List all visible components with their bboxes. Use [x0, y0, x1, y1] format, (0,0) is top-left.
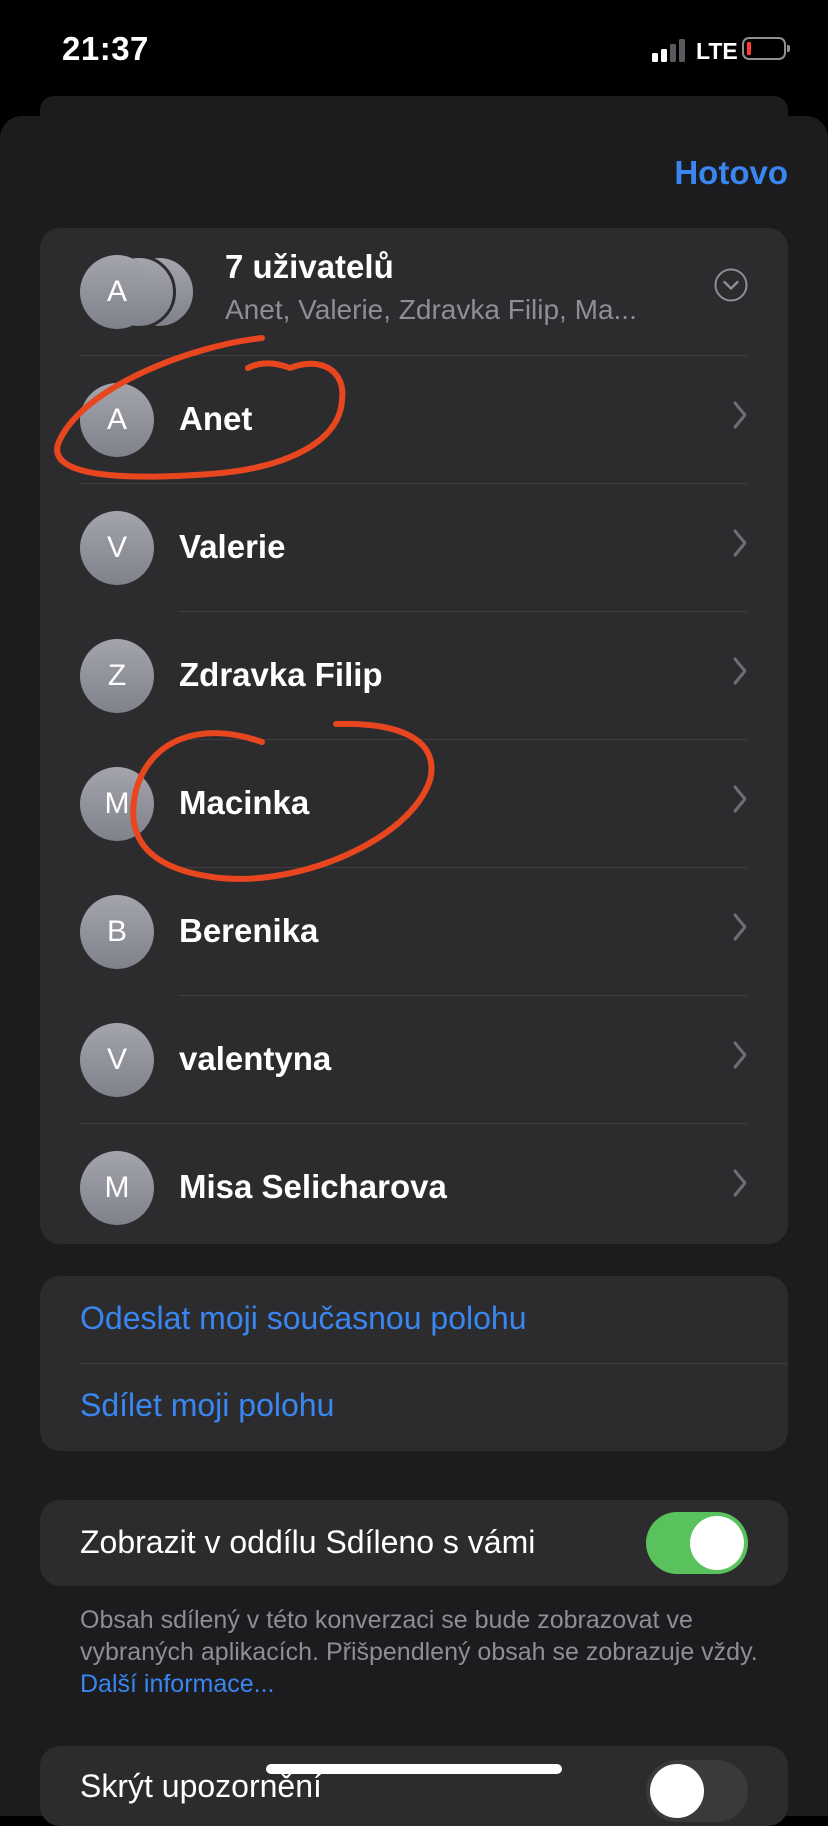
done-button[interactable]: Hotovo: [674, 154, 788, 192]
chevron-right-icon: [733, 529, 747, 557]
group-title: 7 uživatelů: [225, 248, 394, 285]
more-info-link[interactable]: Další informace...: [80, 1670, 275, 1698]
chevron-right-icon: [733, 913, 747, 941]
member-row[interactable]: M Macinka: [40, 740, 788, 868]
member-name: Zdravka Filip: [179, 656, 383, 693]
chevron-right-icon: [733, 401, 747, 429]
member-row[interactable]: Z Zdravka Filip: [40, 612, 788, 740]
network-type: LTE: [696, 38, 738, 64]
expand-chevron-icon[interactable]: [714, 268, 748, 302]
chevron-right-icon: [733, 1169, 747, 1197]
status-bar: 21:37 LTE: [0, 0, 828, 100]
status-time: 21:37: [62, 30, 149, 67]
hide-alerts-toggle[interactable]: [646, 1760, 748, 1822]
member-name: Macinka: [179, 784, 310, 821]
avatar: M: [80, 1151, 154, 1225]
member-row[interactable]: A Anet: [40, 356, 788, 484]
group-members-row[interactable]: A 7 uživatelů Anet, Valerie, Zdravka Fil…: [40, 228, 788, 356]
home-indicator: [266, 1764, 562, 1774]
avatar: V: [80, 511, 154, 585]
chevron-right-icon: [733, 1041, 747, 1069]
member-row[interactable]: M Misa Selicharova: [40, 1124, 788, 1244]
send-current-location-button[interactable]: Odeslat moji současnou polohu: [80, 1300, 527, 1337]
hide-alerts-card: Skrýt upozornění: [40, 1746, 788, 1826]
member-name: Misa Selicharova: [179, 1168, 447, 1205]
avatar: V: [80, 1023, 154, 1097]
avatar: Z: [80, 639, 154, 713]
member-name: valentyna: [179, 1040, 332, 1077]
avatar: M: [80, 767, 154, 841]
row-separator: [80, 1363, 788, 1364]
member-row[interactable]: V valentyna: [40, 996, 788, 1124]
shared-with-you-label: Zobrazit v oddílu Sdíleno s vámi: [80, 1524, 536, 1560]
shared-with-you-footnote: Obsah sdílený v této konverzaci se bude …: [80, 1604, 760, 1700]
shared-with-you-toggle[interactable]: [646, 1512, 748, 1574]
footnote-text: Obsah sdílený v této konverzaci se bude …: [80, 1606, 758, 1666]
member-row[interactable]: V Valerie: [40, 484, 788, 612]
avatar: B: [80, 895, 154, 969]
cellular-signal-icon: [652, 38, 688, 62]
chevron-right-icon: [733, 657, 747, 685]
avatar: A: [80, 255, 154, 329]
members-card: A 7 uživatelů Anet, Valerie, Zdravka Fil…: [40, 228, 788, 1244]
avatar: A: [80, 383, 154, 457]
member-name: Anet: [179, 400, 253, 437]
member-name: Valerie: [179, 528, 286, 565]
shared-with-you-card: Zobrazit v oddílu Sdíleno s vámi: [40, 1500, 788, 1586]
member-name: Berenika: [179, 912, 319, 949]
chevron-right-icon: [733, 785, 747, 813]
battery-icon: [742, 37, 790, 60]
share-location-button[interactable]: Sdílet moji polohu: [80, 1387, 334, 1424]
location-actions-card: Odeslat moji současnou polohu Sdílet moj…: [40, 1276, 788, 1451]
member-row[interactable]: B Berenika: [40, 868, 788, 996]
group-subtitle: Anet, Valerie, Zdravka Filip, Ma...: [225, 294, 637, 325]
